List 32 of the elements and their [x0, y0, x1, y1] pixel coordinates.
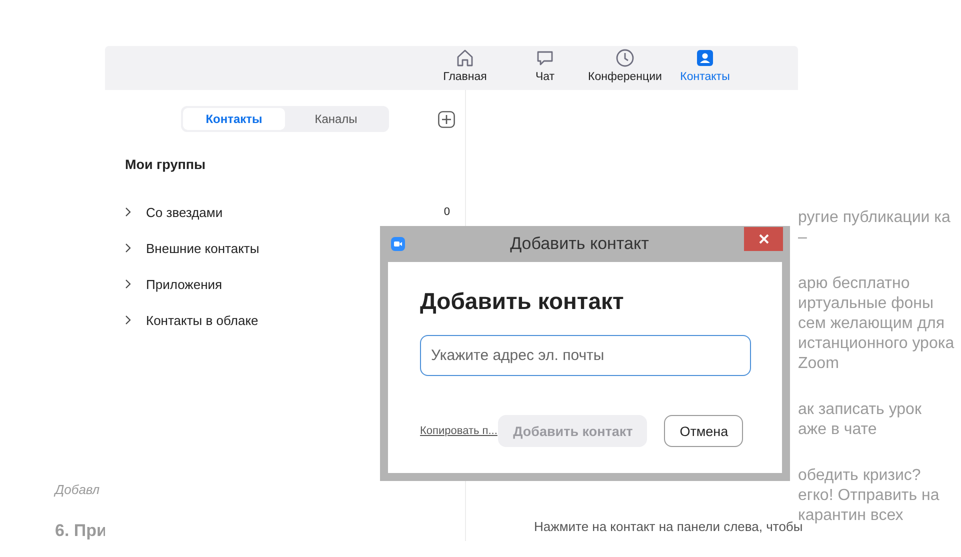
group-label: Приложения	[146, 276, 222, 292]
article-caption: Добавл	[55, 482, 101, 497]
nav-tab[interactable]: Конференции	[585, 46, 665, 90]
chevron-icon	[125, 243, 131, 253]
article-heading: 6. При	[55, 521, 107, 541]
home-icon	[455, 48, 475, 68]
segment-tab[interactable]: Контакты	[183, 108, 285, 130]
chevron-icon	[125, 279, 131, 289]
copy-link[interactable]: Копировать п...	[420, 425, 498, 437]
dialog-title: Добавить контакт	[509, 234, 650, 254]
groups-heading: Мои группы	[125, 157, 207, 172]
chevron-icon	[125, 315, 131, 325]
chevron-icon	[125, 207, 131, 217]
group-count: 0	[444, 206, 450, 218]
camera-icon	[391, 237, 405, 251]
clock-icon	[615, 48, 635, 68]
dialog-heading: Добавить контакт	[420, 288, 625, 315]
nav-tab[interactable]: Главная	[425, 46, 505, 90]
close-icon	[758, 234, 768, 244]
nav-tab[interactable]: Чат	[505, 46, 585, 90]
group-label: Внешние контакты	[146, 240, 260, 256]
group-label: Со звездами	[146, 204, 223, 220]
add-icon[interactable]	[438, 110, 455, 128]
close-button[interactable]	[744, 227, 783, 251]
segment-tab[interactable]: Каналы	[285, 108, 387, 130]
nav-tab[interactable]: Контакты	[665, 46, 745, 90]
group-item[interactable]: Внешние контакты	[105, 230, 465, 266]
contact-icon	[695, 48, 715, 68]
group-label: Контакты в облаке	[146, 312, 258, 328]
email-field[interactable]: Укажите адрес эл. почты	[420, 335, 751, 376]
cancel-button[interactable]: Отмена	[664, 415, 744, 447]
group-item[interactable]: Со звездами 0	[105, 194, 465, 230]
